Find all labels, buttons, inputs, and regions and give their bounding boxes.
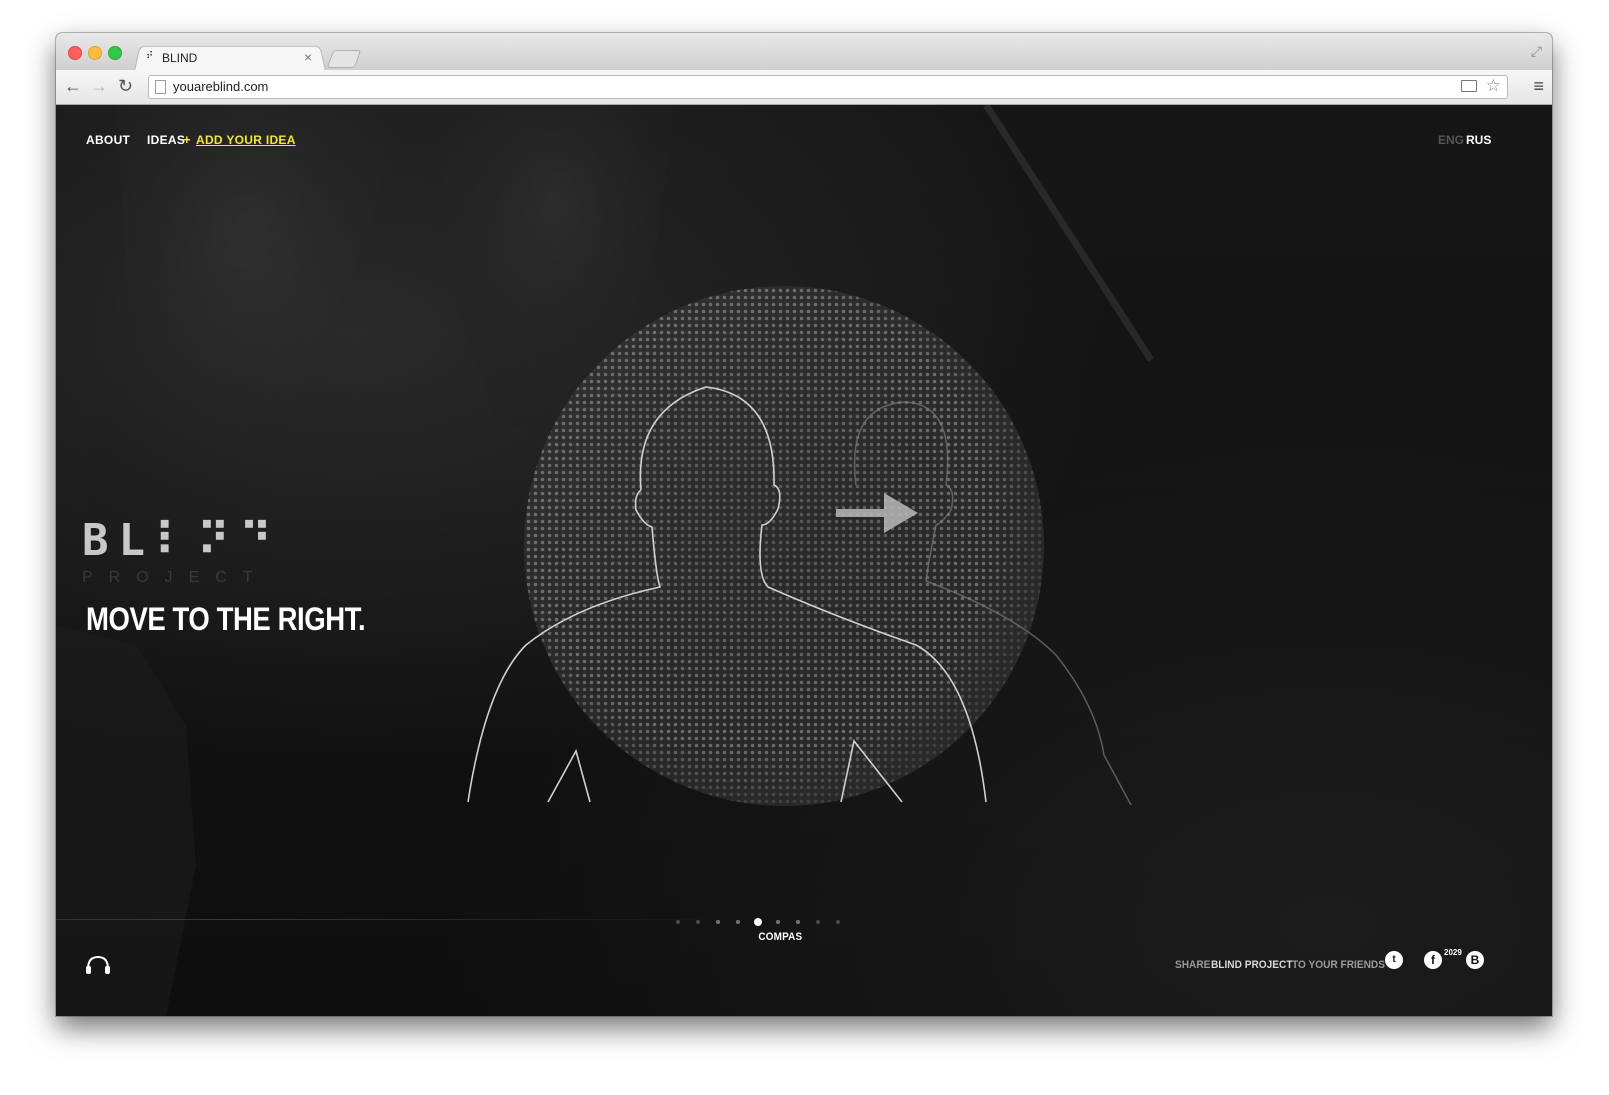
reload-icon[interactable]: ↻ bbox=[118, 75, 133, 97]
scene-pager bbox=[676, 915, 896, 929]
pager-dot[interactable] bbox=[836, 920, 840, 924]
pager-dot[interactable] bbox=[796, 920, 800, 924]
pager-dot[interactable] bbox=[776, 920, 780, 924]
twitter-icon[interactable]: t bbox=[1385, 951, 1403, 969]
camera-icon[interactable] bbox=[1461, 80, 1477, 92]
tab-bar: ⠞ BLIND × ⤢ bbox=[56, 33, 1552, 71]
favicon-icon: ⠞ bbox=[146, 51, 153, 62]
share-prefix: SHARE bbox=[1175, 959, 1211, 971]
pager-dot[interactable] bbox=[716, 920, 720, 924]
browser-menu-icon[interactable]: ≡ bbox=[1533, 76, 1544, 96]
lang-rus-link[interactable]: RUS bbox=[1466, 133, 1491, 147]
url-text[interactable]: youareblind.com bbox=[173, 79, 268, 94]
tab-title: BLIND bbox=[162, 51, 198, 65]
forward-icon[interactable]: → bbox=[90, 75, 108, 97]
pager-dot[interactable] bbox=[696, 920, 700, 924]
nav-ideas-link[interactable]: IDEAS bbox=[147, 133, 185, 147]
pager-track bbox=[56, 919, 736, 920]
share-suffix: TO YOUR FRIENDS bbox=[1292, 959, 1385, 971]
browser-toolbar: ← → ↻ youareblind.com ☆ ≡ bbox=[56, 70, 1552, 105]
zoom-window-button[interactable] bbox=[108, 46, 122, 60]
pager-current-label: COMPAS bbox=[758, 931, 803, 943]
pager-dot[interactable] bbox=[676, 920, 680, 924]
address-bar[interactable]: youareblind.com ☆ bbox=[148, 75, 1508, 99]
pager-dot[interactable] bbox=[816, 920, 820, 924]
close-window-button[interactable] bbox=[68, 46, 82, 60]
page-icon bbox=[155, 80, 166, 94]
instruction-headline: MOVE TO THE RIGHT. bbox=[86, 601, 366, 637]
plus-icon: + bbox=[183, 132, 191, 147]
browser-tab-content[interactable]: ⠞ BLIND × bbox=[146, 47, 326, 69]
page-viewport: ABOUT IDEAS + ADD YOUR IDEA ENG RUS BL⠇⠝… bbox=[56, 105, 1552, 1016]
facebook-icon[interactable]: f bbox=[1424, 951, 1442, 969]
lang-eng-link[interactable]: ENG bbox=[1438, 133, 1464, 147]
back-icon[interactable]: ← bbox=[64, 75, 82, 97]
pager-dot[interactable] bbox=[736, 920, 740, 924]
headphones-icon[interactable] bbox=[84, 953, 112, 975]
tab-close-icon[interactable]: × bbox=[304, 49, 312, 65]
nav-about-link[interactable]: ABOUT bbox=[86, 133, 130, 147]
logo-wordmark: BL⠇⠝⠙ bbox=[82, 515, 282, 566]
fullscreen-icon[interactable]: ⤢ bbox=[1531, 43, 1542, 60]
blind-logo[interactable]: BL⠇⠝⠙ PROJECT bbox=[82, 517, 282, 587]
share-project-name: BLIND PROJECT bbox=[1211, 959, 1293, 971]
browser-window: ⠞ BLIND × ⤢ ← → ↻ youareblind.com ☆ ≡ AB… bbox=[56, 33, 1552, 1016]
bookmark-star-icon[interactable]: ☆ bbox=[1486, 76, 1501, 96]
add-your-idea-link[interactable]: ADD YOUR IDEA bbox=[196, 133, 296, 147]
pager-dot[interactable] bbox=[754, 918, 762, 926]
minimize-window-button[interactable] bbox=[88, 46, 102, 60]
facebook-share-count: 2029 bbox=[1444, 948, 1462, 957]
logo-subtitle: PROJECT bbox=[82, 569, 269, 586]
vk-icon[interactable]: B bbox=[1466, 951, 1484, 969]
new-tab-button[interactable] bbox=[326, 50, 362, 68]
